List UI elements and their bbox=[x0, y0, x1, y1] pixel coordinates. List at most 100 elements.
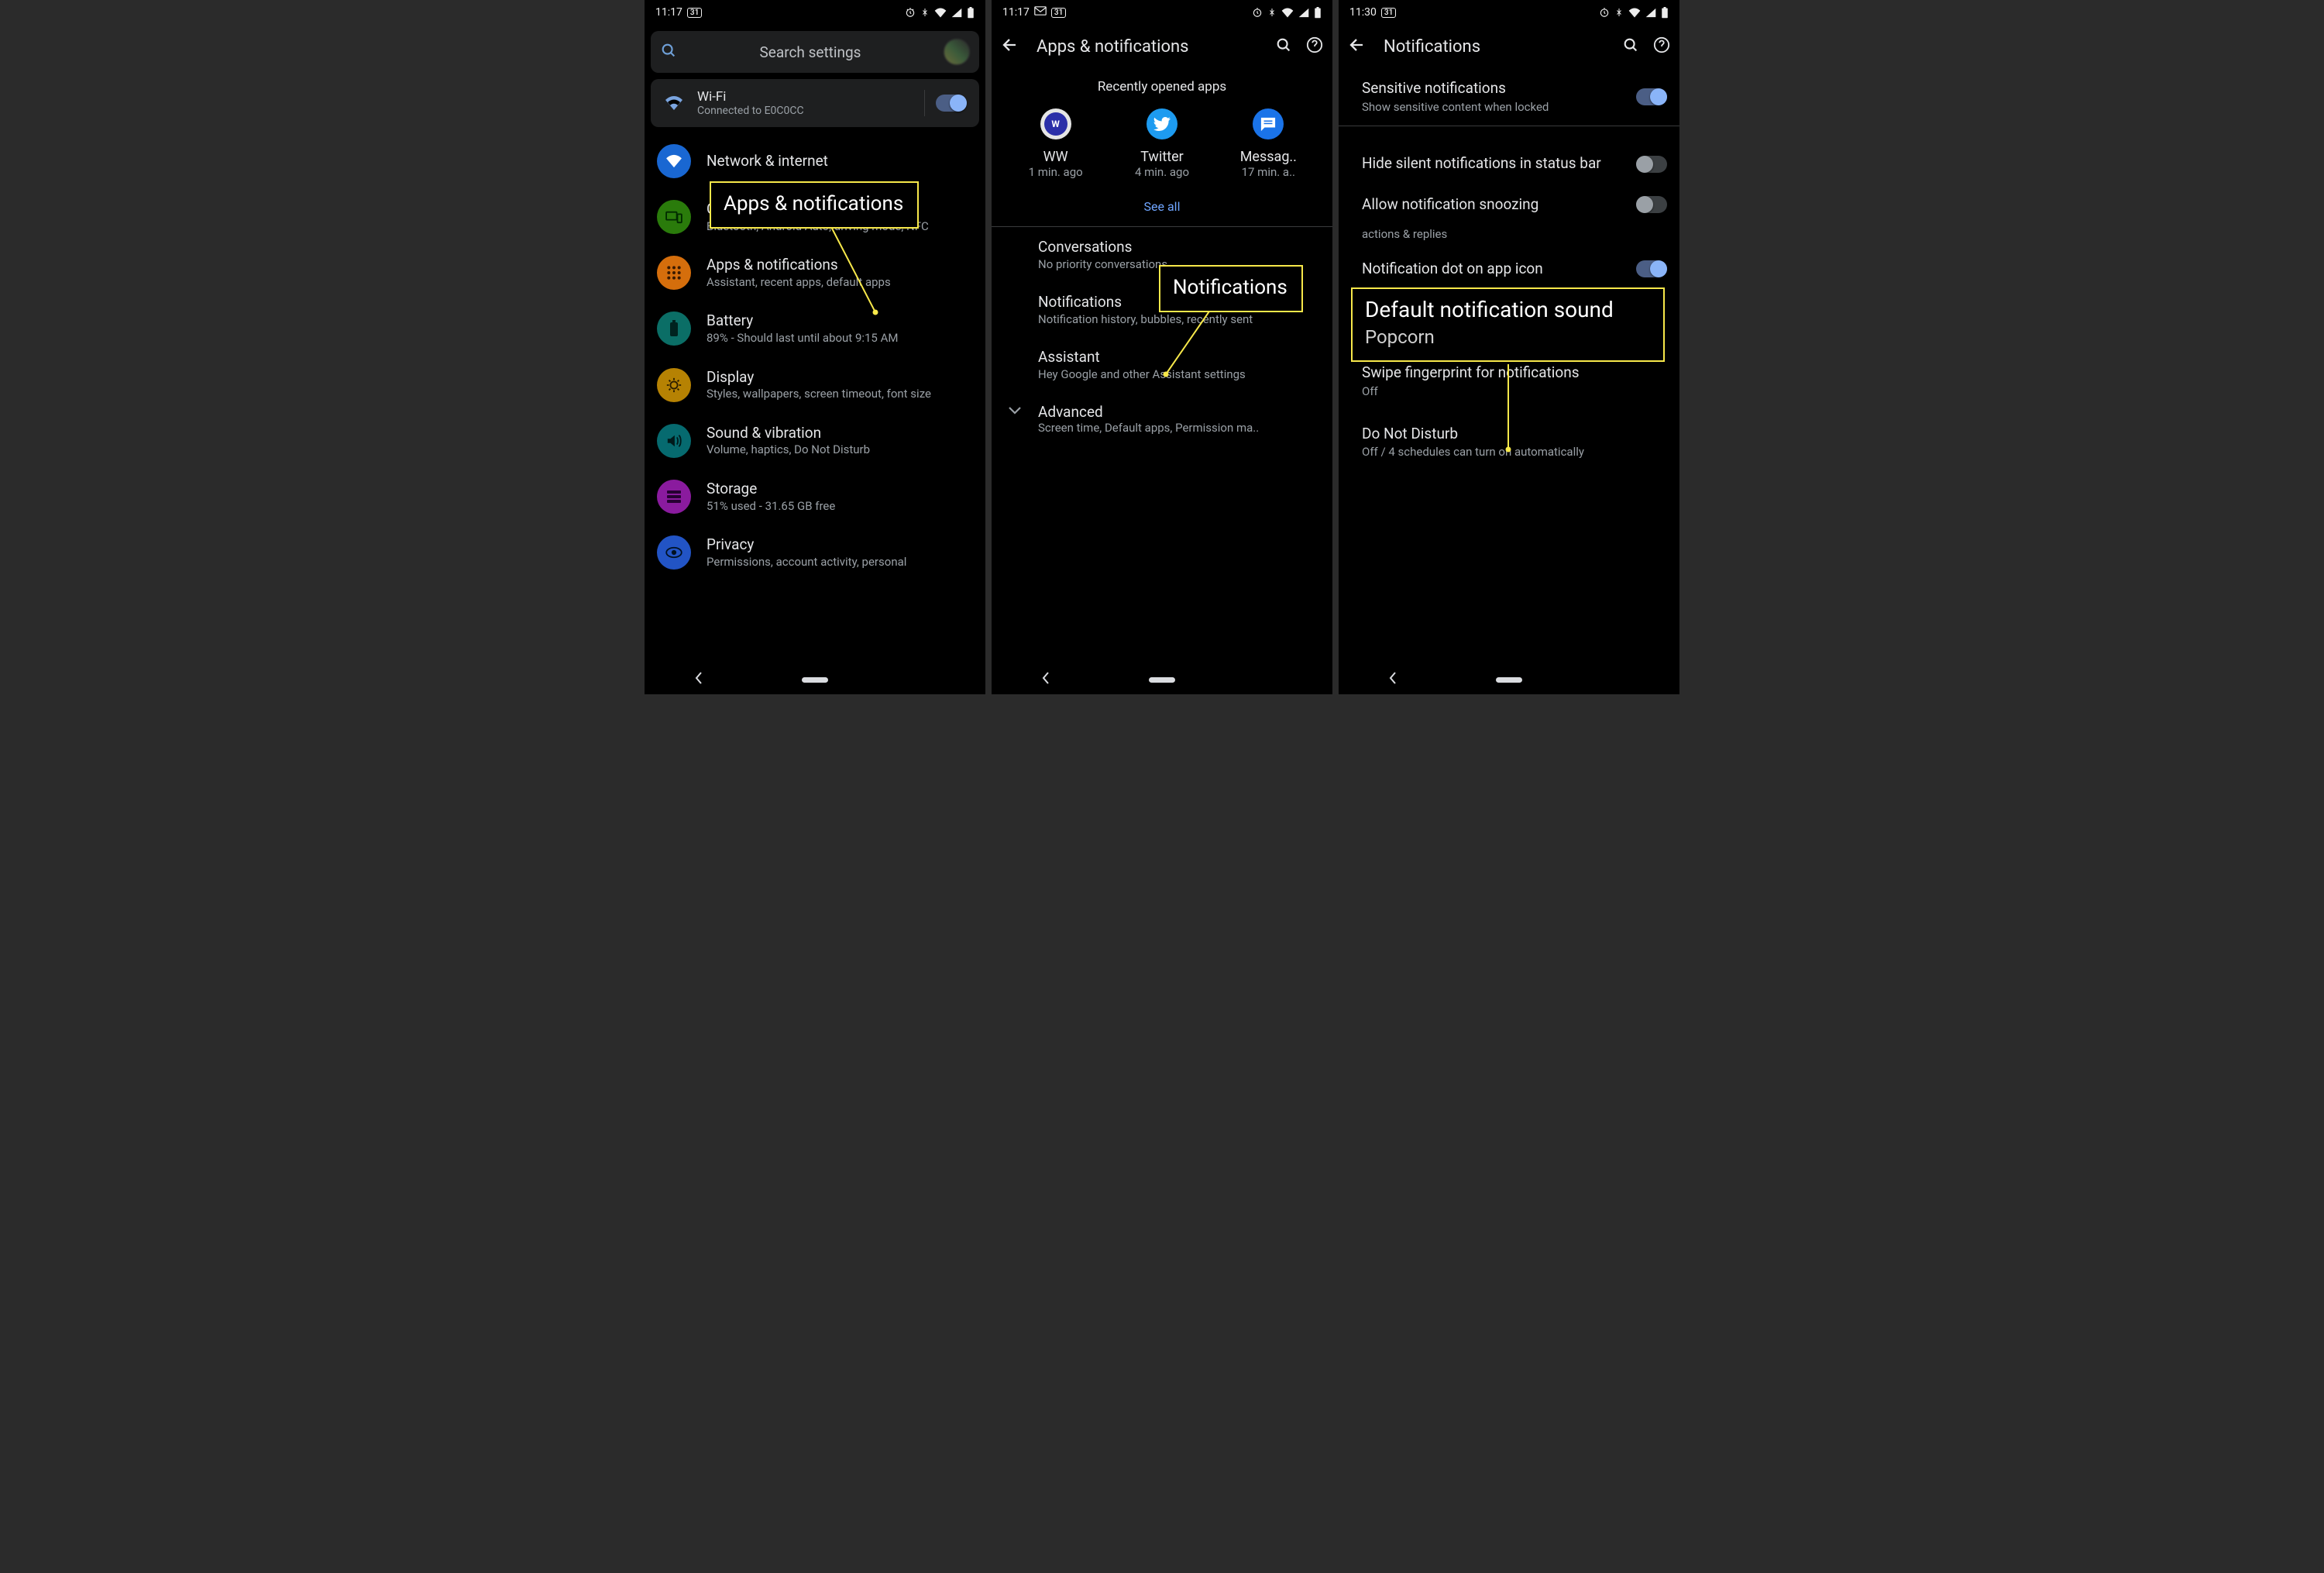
row-subtitle: 89% - Should last until about 9:15 AM bbox=[706, 331, 973, 346]
recent-app-twitter[interactable]: Twitter 4 min. ago bbox=[1116, 108, 1208, 179]
row-network[interactable]: Network & internet bbox=[645, 133, 985, 189]
entry-notifications[interactable]: Notifications Notification history, bubb… bbox=[992, 282, 1332, 337]
row-title: Default notification sound bbox=[1362, 303, 1667, 322]
home-pill[interactable] bbox=[802, 677, 828, 683]
entry-title: Assistant bbox=[1038, 348, 1332, 366]
row-title: Privacy bbox=[706, 535, 973, 555]
row-subtitle: Off / 4 schedules can turn on automatica… bbox=[1362, 445, 1667, 460]
row-title: Allow notification snoozing bbox=[1362, 195, 1636, 215]
search-icon[interactable] bbox=[1622, 36, 1639, 57]
back-gesture-icon[interactable] bbox=[1040, 671, 1051, 688]
calendar-icon: 31 bbox=[687, 8, 702, 18]
devices-icon bbox=[657, 200, 691, 234]
status-time: 11:17 bbox=[1002, 6, 1030, 19]
search-icon[interactable] bbox=[1275, 36, 1292, 57]
privacy-icon bbox=[657, 535, 691, 570]
toggle-hide-silent[interactable]: Hide silent notifications in status bar bbox=[1339, 143, 1679, 184]
wifi-toggle[interactable] bbox=[936, 95, 967, 112]
entry-subtitle: Notification history, bubbles, recently … bbox=[1038, 312, 1332, 326]
row-subtitle: Permissions, account activity, personal bbox=[706, 555, 973, 570]
row-default-sound[interactable]: Default notification soundPopcorn bbox=[1339, 289, 1679, 349]
toggle-notification-dot[interactable]: Notification dot on app icon bbox=[1339, 246, 1679, 290]
entry-title: Advanced bbox=[1038, 403, 1320, 421]
row-suggested-hidden: actions & replies bbox=[1339, 225, 1679, 246]
entry-advanced[interactable]: Advanced Screen time, Default apps, Perm… bbox=[992, 392, 1332, 446]
page-title: Apps & notifications bbox=[1037, 37, 1261, 57]
back-gesture-icon[interactable] bbox=[693, 671, 704, 688]
row-title: Do Not Disturb bbox=[1362, 425, 1667, 444]
system-nav-bar bbox=[992, 665, 1332, 694]
system-nav-bar bbox=[1339, 665, 1679, 694]
row-privacy[interactable]: PrivacyPermissions, account activity, pe… bbox=[645, 525, 985, 601]
toggle-switch[interactable] bbox=[1636, 156, 1667, 173]
help-icon[interactable] bbox=[1653, 36, 1670, 57]
entry-subtitle: Screen time, Default apps, Permission ma… bbox=[1038, 421, 1320, 435]
app-time: 4 min. ago bbox=[1135, 165, 1189, 179]
home-pill[interactable] bbox=[1496, 677, 1522, 683]
help-icon[interactable] bbox=[1306, 36, 1323, 57]
system-nav-bar bbox=[645, 665, 985, 694]
status-time: 11:17 bbox=[655, 6, 682, 19]
calendar-icon: 31 bbox=[1381, 8, 1396, 18]
toggle-snoozing[interactable]: Allow notification snoozing bbox=[1339, 184, 1679, 225]
avatar[interactable] bbox=[944, 39, 970, 65]
row-storage[interactable]: Storage51% used - 31.65 GB free bbox=[645, 469, 985, 525]
app-time: 1 min. ago bbox=[1029, 165, 1083, 179]
app-icon: W bbox=[1040, 108, 1071, 139]
toggle-switch[interactable] bbox=[1636, 260, 1667, 277]
entry-title: Conversations bbox=[1038, 238, 1332, 256]
gmail-icon bbox=[1034, 6, 1047, 19]
chevron-down-icon bbox=[992, 392, 1038, 415]
app-name: Twitter bbox=[1140, 149, 1184, 165]
row-subtitle: Off bbox=[1362, 384, 1667, 400]
search-icon bbox=[660, 42, 677, 62]
recent-app-messages[interactable]: Messag.. 17 min. a.. bbox=[1222, 108, 1315, 179]
app-time: 17 min. a.. bbox=[1242, 165, 1295, 179]
storage-icon bbox=[657, 480, 691, 514]
home-pill[interactable] bbox=[1149, 677, 1175, 683]
row-title: Apps & notifications bbox=[706, 256, 973, 275]
row-swipe-fingerprint[interactable]: Swipe fingerprint for notificationsOff bbox=[1339, 349, 1679, 410]
twitter-icon bbox=[1147, 108, 1177, 139]
app-name: Messag.. bbox=[1240, 149, 1297, 165]
row-subtitle: Volume, haptics, Do Not Disturb bbox=[706, 442, 973, 458]
search-placeholder: Search settings bbox=[677, 43, 944, 61]
phone-settings: 11:17 31 Search settings Wi-Fi Connecte bbox=[645, 0, 985, 694]
settings-list: Network & internet Connected devicesBlue… bbox=[645, 133, 985, 601]
row-subtitle: Assistant, recent apps, default apps bbox=[706, 275, 973, 291]
wifi-quick-toggle[interactable]: Wi-Fi Connected to E0C0CC bbox=[651, 79, 979, 127]
toggle-switch[interactable] bbox=[1636, 196, 1667, 213]
wifi-icon bbox=[657, 144, 691, 178]
back-icon[interactable] bbox=[1001, 36, 1019, 57]
divider bbox=[924, 90, 925, 116]
back-gesture-icon[interactable] bbox=[1387, 671, 1398, 688]
status-icons bbox=[905, 7, 975, 19]
search-settings[interactable]: Search settings bbox=[651, 31, 979, 73]
entry-assistant[interactable]: Assistant Hey Google and other Assistant… bbox=[992, 337, 1332, 392]
row-battery[interactable]: Battery89% - Should last until about 9:1… bbox=[645, 301, 985, 356]
status-bar: 11:17 31 bbox=[645, 0, 985, 25]
battery-icon bbox=[657, 312, 691, 346]
row-title: Sound & vibration bbox=[706, 424, 973, 443]
recent-app-ww[interactable]: W WW 1 min. ago bbox=[1009, 108, 1102, 179]
row-connected-devices[interactable]: Connected devicesBluetooth, Android Auto… bbox=[645, 189, 985, 245]
wifi-subtitle: Connected to E0C0CC bbox=[697, 105, 913, 117]
row-title: Network & internet bbox=[706, 152, 973, 171]
row-apps-notifications[interactable]: Apps & notificationsAssistant, recent ap… bbox=[645, 245, 985, 301]
row-title: Storage bbox=[706, 480, 973, 499]
phone-notifications: 11:30 31 Notifications Sensitive notific… bbox=[1339, 0, 1679, 694]
row-title: Hide silent notifications in status bar bbox=[1362, 154, 1636, 174]
row-title: Notification dot on app icon bbox=[1362, 260, 1636, 279]
row-sound[interactable]: Sound & vibrationVolume, haptics, Do Not… bbox=[645, 413, 985, 469]
recently-opened-header: Recently opened apps bbox=[992, 68, 1332, 101]
row-title: Display bbox=[706, 368, 973, 387]
entry-conversations[interactable]: Conversations No priority conversations bbox=[992, 227, 1332, 282]
toggle-sensitive-notifications[interactable]: Sensitive notificationsShow sensitive co… bbox=[1339, 68, 1679, 126]
appbar: Notifications bbox=[1339, 25, 1679, 68]
row-dnd[interactable]: Do Not DisturbOff / 4 schedules can turn… bbox=[1339, 411, 1679, 471]
see-all-apps[interactable]: See all bbox=[992, 187, 1332, 226]
back-icon[interactable] bbox=[1348, 36, 1367, 57]
toggle-switch[interactable] bbox=[1636, 88, 1667, 105]
row-title: Sensitive notifications bbox=[1362, 79, 1636, 98]
row-display[interactable]: DisplayStyles, wallpapers, screen timeou… bbox=[645, 357, 985, 413]
